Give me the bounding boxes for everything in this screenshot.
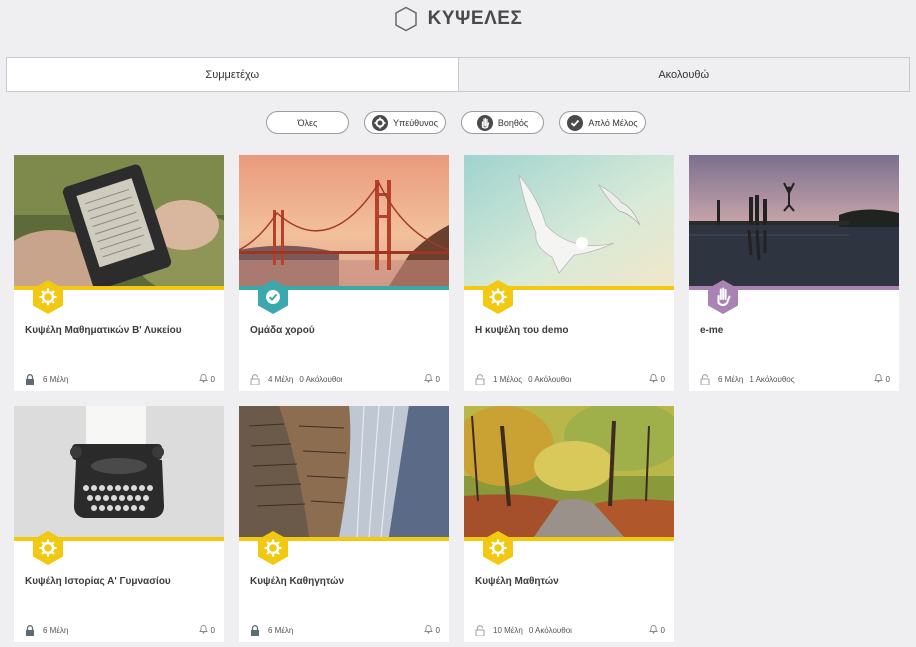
gear-icon: [482, 279, 514, 315]
hive-card[interactable]: Κυψέλη Καθηγητών 6 Μέλη 0: [239, 406, 449, 642]
hive-meta: 4 Μέλη 0 Ακόλουθοι 0: [250, 373, 440, 385]
member-count: 6 Μέλη: [268, 625, 294, 635]
filter-bar: Όλες Υπεύθυνος Βοηθός Απλό Μέλος: [0, 111, 916, 134]
follower-count: 0 Ακόλουθοι: [299, 374, 343, 384]
page-header: ΚΥΨΕΛΕΣ: [0, 0, 916, 38]
member-count: 6 Μέλη: [43, 625, 69, 635]
hive-meta: 6 Μέλη 0: [250, 624, 440, 636]
filter-assistant-button[interactable]: Βοηθός: [461, 111, 544, 134]
lock-icon: [25, 373, 35, 385]
tab-following[interactable]: Ακολουθώ: [457, 58, 910, 91]
lock-icon: [25, 624, 35, 636]
member-count: 6 Μέλη: [43, 374, 69, 384]
follower-count: 0 Ακόλουθοι: [528, 374, 572, 384]
filter-label: Βοηθός: [497, 117, 529, 128]
hive-card[interactable]: Η κυψέλη του demo 1 Μέλος 0 Ακόλουθοι 0: [464, 155, 674, 391]
hive-meta: 6 Μέλη 1 Ακόλουθος 0: [700, 373, 890, 385]
tab-bar: Συμμετέχω Ακολουθώ: [6, 57, 910, 92]
unlock-icon: [250, 373, 260, 385]
gear-icon: [372, 114, 389, 131]
hand-icon: [476, 114, 493, 131]
page-title: ΚΥΨΕΛΕΣ: [427, 8, 523, 29]
notification-counter[interactable]: 0: [198, 624, 215, 636]
notification-counter[interactable]: 0: [648, 624, 665, 636]
bell-icon: [648, 373, 658, 385]
bell-icon: [423, 624, 433, 636]
notification-counter[interactable]: 0: [423, 373, 440, 385]
check-icon: [567, 114, 584, 131]
hive-name: Κυψέλη Ιστορίας Α' Γυμνασίου: [25, 576, 171, 587]
gear-icon: [32, 279, 64, 315]
gear-icon: [32, 530, 64, 566]
hive-image: [239, 406, 449, 537]
unlock-icon: [475, 373, 485, 385]
hive-name: Ομάδα χορού: [250, 325, 315, 336]
notification-count: 0: [435, 625, 440, 635]
unlock-icon: [700, 373, 710, 385]
notification-count: 0: [660, 625, 665, 635]
hive-meta: 1 Μέλος 0 Ακόλουθοι 0: [475, 373, 665, 385]
hive-image: [464, 155, 674, 286]
unlock-icon: [475, 624, 485, 636]
gear-icon: [257, 530, 289, 566]
hive-image: [464, 406, 674, 537]
check-icon: [257, 279, 289, 315]
notification-counter[interactable]: 0: [873, 373, 890, 385]
filter-member-button[interactable]: Απλό Μέλος: [559, 111, 646, 134]
bell-icon: [873, 373, 883, 385]
filter-label: Απλό Μέλος: [588, 117, 638, 128]
hive-card[interactable]: Κυψέλη Μαθηματικών Β' Λυκείου 6 Μέλη 0: [14, 155, 224, 391]
notification-count: 0: [660, 374, 665, 384]
hive-meta: 10 Μέλη 0 Ακόλουθοι 0: [475, 624, 665, 636]
member-count: 1 Μέλος: [493, 374, 523, 384]
hive-card[interactable]: Ομάδα χορού 4 Μέλη 0 Ακόλουθοι 0: [239, 155, 449, 391]
follower-count: 1 Ακόλουθος: [749, 374, 795, 384]
hive-image: [689, 155, 899, 286]
hand-icon: [707, 279, 739, 315]
hive-image: [239, 155, 449, 286]
follower-count: 0 Ακόλουθοι: [528, 625, 572, 635]
member-count: 6 Μέλη: [718, 374, 744, 384]
filter-owner-button[interactable]: Υπεύθυνος: [364, 111, 446, 134]
filter-label: Όλες: [297, 117, 318, 128]
hive-image: [14, 155, 224, 286]
notification-counter[interactable]: 0: [423, 624, 440, 636]
notification-counter[interactable]: 0: [198, 373, 215, 385]
member-count: 10 Μέλη: [493, 625, 523, 635]
hive-card[interactable]: Κυψέλη Ιστορίας Α' Γυμνασίου 6 Μέλη 0: [14, 406, 224, 642]
hive-name: Κυψέλη Μαθητών: [475, 576, 559, 587]
tab-participating[interactable]: Συμμετέχω: [7, 58, 458, 91]
hive-name: e-me: [700, 325, 724, 336]
notification-counter[interactable]: 0: [648, 373, 665, 385]
hive-meta: 6 Μέλη 0: [25, 373, 215, 385]
notification-count: 0: [210, 374, 215, 384]
notification-count: 0: [210, 625, 215, 635]
hexagon-icon: [394, 6, 418, 32]
notification-count: 0: [435, 374, 440, 384]
bell-icon: [648, 624, 658, 636]
bell-icon: [198, 624, 208, 636]
bell-icon: [423, 373, 433, 385]
hive-card[interactable]: e-me 6 Μέλη 1 Ακόλουθος 0: [689, 155, 899, 391]
filter-label: Υπεύθυνος: [393, 117, 438, 128]
member-count: 4 Μέλη: [268, 374, 294, 384]
filter-all-button[interactable]: Όλες: [266, 111, 349, 134]
hive-name: Κυψέλη Μαθηματικών Β' Λυκείου: [25, 325, 182, 336]
hive-name: Η κυψέλη του demo: [475, 325, 569, 336]
hive-card[interactable]: Κυψέλη Μαθητών 10 Μέλη 0 Ακόλουθοι 0: [464, 406, 674, 642]
bell-icon: [198, 373, 208, 385]
lock-icon: [250, 624, 260, 636]
hive-name: Κυψέλη Καθηγητών: [250, 576, 345, 587]
gear-icon: [482, 530, 514, 566]
notification-count: 0: [885, 374, 890, 384]
hive-meta: 6 Μέλη 0: [25, 624, 215, 636]
hive-image: [14, 406, 224, 537]
